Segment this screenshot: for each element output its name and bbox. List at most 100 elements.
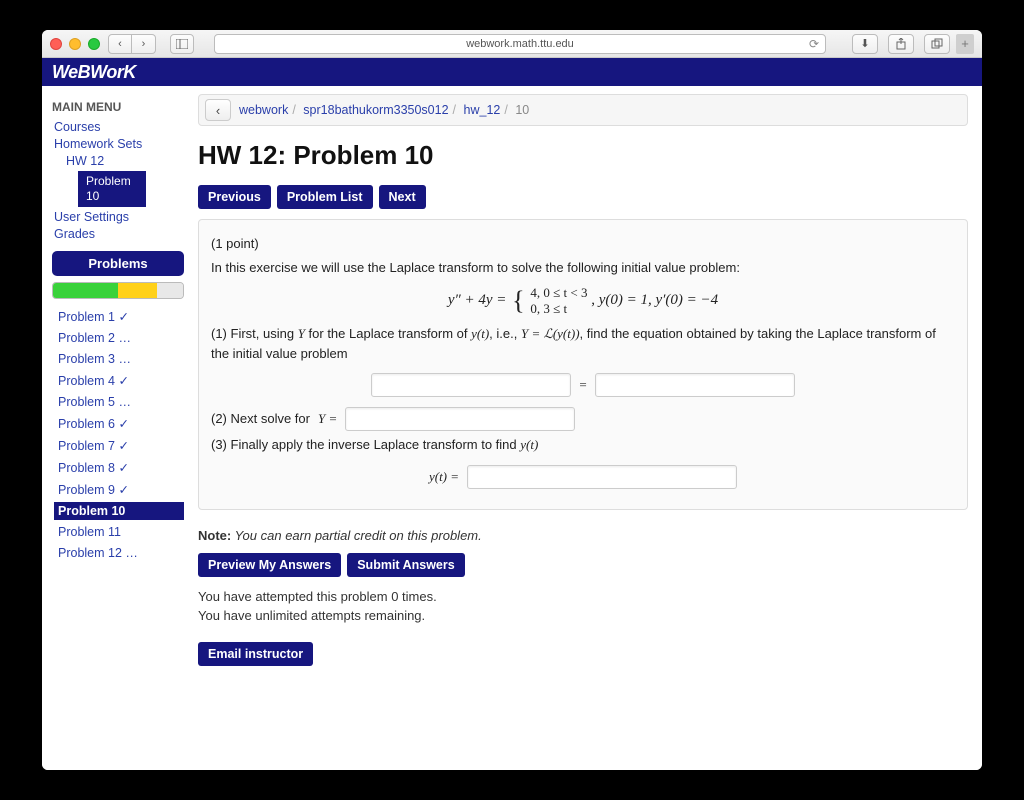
problem-link-4[interactable]: Problem 4 ✓ <box>54 371 184 390</box>
progress-remaining <box>157 283 183 298</box>
problem-link-5[interactable]: Problem 5 … <box>54 393 184 411</box>
sidebar-link-grades[interactable]: Grades <box>54 227 184 241</box>
check-icon: ✓ <box>118 417 128 431</box>
equals-sign: = <box>579 375 586 395</box>
tabs-icon[interactable] <box>924 34 950 54</box>
preview-answers-button[interactable]: Preview My Answers <box>198 553 341 577</box>
check-icon: ✓ <box>118 483 128 497</box>
ellipsis-icon: … <box>118 395 131 409</box>
attempts-info: You have attempted this problem 0 times.… <box>198 587 968 626</box>
eq-piece-2: 0, 3 ≤ t <box>530 301 567 316</box>
crumb-4: 10 <box>515 103 529 117</box>
problem-link-8[interactable]: Problem 8 ✓ <box>54 458 184 477</box>
nav-button-row: Previous Problem List Next <box>198 185 968 209</box>
share-icon[interactable] <box>888 34 914 54</box>
points-label: (1 point) <box>211 234 955 254</box>
check-icon: ✓ <box>118 374 128 388</box>
attempts-count: You have attempted this problem 0 times. <box>198 587 968 607</box>
ellipsis-icon: … <box>118 331 131 345</box>
problem-link-1[interactable]: Problem 1 ✓ <box>54 307 184 326</box>
downloads-icon[interactable]: ⬇ <box>852 34 878 54</box>
problem-link-11[interactable]: Problem 11 <box>54 523 184 541</box>
eq-lhs: y″ + 4y = <box>448 292 507 308</box>
eq-sep: , <box>591 292 599 308</box>
submit-row: Preview My Answers Submit Answers <box>198 553 968 577</box>
sidebar-title: MAIN MENU <box>52 100 184 114</box>
y-equals: Y = <box>318 409 337 429</box>
back-button[interactable]: ‹ <box>108 34 132 54</box>
crumb-1[interactable]: webwork <box>239 103 288 117</box>
answer-row-1: = <box>211 373 955 397</box>
email-instructor-button[interactable]: Email instructor <box>198 642 313 666</box>
problem-link-9[interactable]: Problem 9 ✓ <box>54 480 184 499</box>
answer-row-3: y(t) = <box>211 465 955 489</box>
breadcrumb-back-button[interactable]: ‹ <box>205 99 231 121</box>
yt-equals: y(t) = <box>429 467 459 487</box>
answer-input-3[interactable] <box>467 465 737 489</box>
new-tab-button[interactable]: + <box>956 34 974 54</box>
answer-input-1-lhs[interactable] <box>371 373 571 397</box>
app-header: WeBWorK <box>42 58 982 86</box>
progress-correct <box>53 283 118 298</box>
sidebar-link-hwsets[interactable]: Homework Sets <box>54 137 184 151</box>
attempts-remaining: You have unlimited attempts remaining. <box>198 606 968 626</box>
note-text: You can earn partial credit on this prob… <box>231 528 482 543</box>
step1-text: (1) First, using Y for the Laplace trans… <box>211 324 955 363</box>
problem-link-2[interactable]: Problem 2 … <box>54 329 184 347</box>
window-controls <box>50 38 100 50</box>
browser-window: ‹ › webwork.math.ttu.edu ⟳ ⬇ + WeBWorK M… <box>42 30 982 770</box>
problem-link-3[interactable]: Problem 3 … <box>54 350 184 368</box>
eq-piece-1: 4, 0 ≤ t < 3 <box>530 285 587 300</box>
check-icon: ✓ <box>118 310 128 324</box>
crumb-2[interactable]: spr18bathukorm3350s012 <box>303 103 448 117</box>
main-content: ‹ webwork/ spr18bathukorm3350s012/ hw_12… <box>192 86 982 770</box>
nav-buttons: ‹ › <box>108 34 156 54</box>
zoom-icon[interactable] <box>88 38 100 50</box>
breadcrumb-path: webwork/ spr18bathukorm3350s012/ hw_12/ … <box>239 103 529 117</box>
sidebar-current-problem: Problem 10 <box>78 171 146 207</box>
url-text: webwork.math.ttu.edu <box>466 38 574 50</box>
problem-list: Problem 1 ✓ Problem 2 … Problem 3 … Problem… <box>52 307 184 562</box>
problem-link-12[interactable]: Problem 12 … <box>54 544 184 562</box>
url-bar[interactable]: webwork.math.ttu.edu ⟳ <box>214 34 826 54</box>
intro-text: In this exercise we will use the Laplace… <box>211 258 955 278</box>
problem-link-6[interactable]: Problem 6 ✓ <box>54 414 184 433</box>
step2-text: (2) Next solve for <box>211 409 310 429</box>
crumb-3[interactable]: hw_12 <box>464 103 501 117</box>
eq-ic: y(0) = 1, y′(0) = −4 <box>599 292 718 308</box>
reload-icon[interactable]: ⟳ <box>809 37 819 51</box>
ellipsis-icon: … <box>125 546 138 560</box>
next-button[interactable]: Next <box>379 185 426 209</box>
ellipsis-icon: … <box>118 352 131 366</box>
previous-button[interactable]: Previous <box>198 185 271 209</box>
sidebar-link-user-settings[interactable]: User Settings <box>54 210 184 224</box>
minimize-icon[interactable] <box>69 38 81 50</box>
problem-link-10[interactable]: Problem 10 <box>54 502 184 520</box>
sidebar-toggle-icon[interactable] <box>170 34 194 54</box>
brand-logo: WeBWorK <box>52 62 136 83</box>
sidebar-problems-header: Problems <box>52 251 184 276</box>
note-label: Note: <box>198 528 231 543</box>
sidebar: MAIN MENU Courses Homework Sets HW 12 Pr… <box>42 86 192 770</box>
close-icon[interactable] <box>50 38 62 50</box>
note: Note: You can earn partial credit on thi… <box>198 528 968 543</box>
problem-list-button[interactable]: Problem List <box>277 185 373 209</box>
titlebar: ‹ › webwork.math.ttu.edu ⟳ ⬇ + <box>42 30 982 58</box>
sidebar-link-courses[interactable]: Courses <box>54 120 184 134</box>
step3-text: (3) Finally apply the inverse Laplace tr… <box>211 435 955 455</box>
problem-link-7[interactable]: Problem 7 ✓ <box>54 436 184 455</box>
progress-partial <box>118 283 157 298</box>
sidebar-link-hw12[interactable]: HW 12 <box>66 154 184 168</box>
submit-answers-button[interactable]: Submit Answers <box>347 553 464 577</box>
page-title: HW 12: Problem 10 <box>198 140 968 171</box>
progress-bar <box>52 282 184 299</box>
page-body: MAIN MENU Courses Homework Sets HW 12 Pr… <box>42 86 982 770</box>
brace-icon: { <box>512 288 524 314</box>
toolbar-right: ⬇ + <box>846 34 974 54</box>
forward-button[interactable]: › <box>132 34 156 54</box>
answer-input-1-rhs[interactable] <box>595 373 795 397</box>
answer-input-2[interactable] <box>345 407 575 431</box>
breadcrumb: ‹ webwork/ spr18bathukorm3350s012/ hw_12… <box>198 94 968 126</box>
check-icon: ✓ <box>118 461 128 475</box>
ivp-equation: y″ + 4y = { 4, 0 ≤ t < 3 0, 3 ≤ t , y(0)… <box>211 285 955 316</box>
